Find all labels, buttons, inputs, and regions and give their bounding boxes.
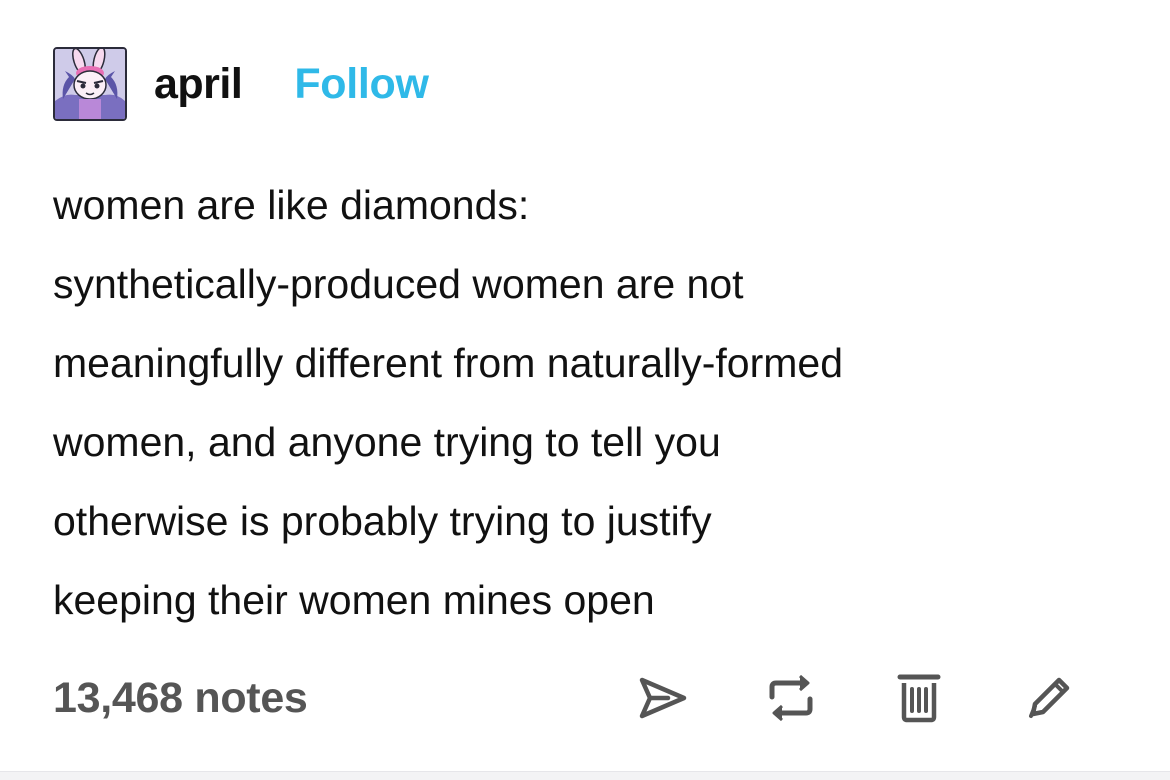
post-body: women are like diamonds: synthetically-p… [53, 166, 1133, 640]
trash-icon [897, 674, 941, 723]
edit-button[interactable] [1019, 668, 1079, 728]
username[interactable]: april [154, 60, 243, 109]
share-button[interactable] [633, 668, 693, 728]
post-text-line: synthetically-produced women are not [53, 261, 744, 307]
post-text-line: keeping their women mines open [53, 577, 655, 623]
bunny-avatar-icon [55, 49, 125, 119]
share-icon [639, 677, 687, 719]
post-text-line: otherwise is probably trying to justify [53, 498, 712, 544]
avatar[interactable] [53, 47, 127, 121]
edit-icon [1029, 677, 1070, 718]
post-text-line: women are like diamonds: [53, 182, 530, 228]
post-text-line: women, and anyone trying to tell you [53, 419, 721, 465]
tumblr-post: april Follow women are like diamonds: sy… [0, 0, 1170, 772]
post-text-line: meaningfully different from naturally-fo… [53, 340, 843, 386]
reblog-button[interactable] [761, 668, 821, 728]
delete-button[interactable] [889, 668, 949, 728]
post-footer: 13,468 notes [53, 668, 1093, 730]
post-header: april Follow [53, 44, 429, 124]
notes-count[interactable]: 13,468 notes [53, 674, 308, 723]
reblog-icon [769, 675, 813, 721]
follow-button[interactable]: Follow [294, 60, 429, 109]
